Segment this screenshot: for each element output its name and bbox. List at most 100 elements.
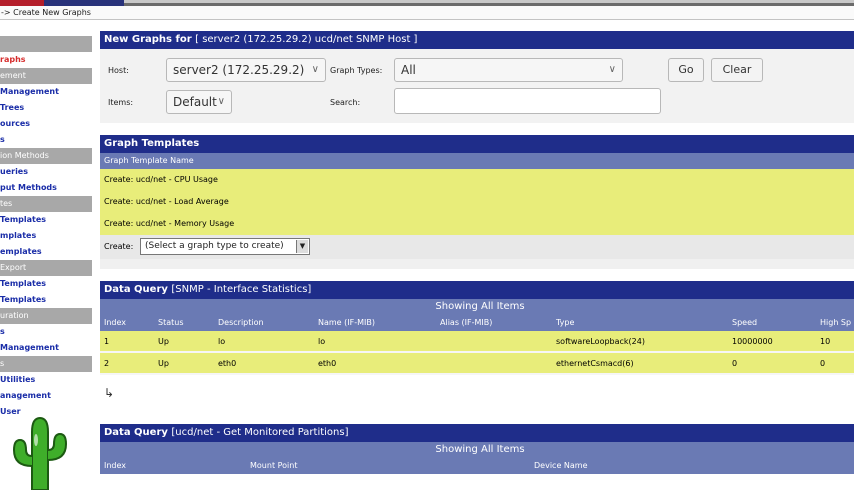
- cactus-logo: [12, 416, 68, 490]
- table-row[interactable]: 1 Up lo lo softwareLoopback(24) 10000000 10: [100, 331, 854, 353]
- top-strip-light: [124, 0, 854, 3]
- sidebar-item-label: anagement: [0, 391, 51, 400]
- sidebar-item-19[interactable]: Management: [0, 340, 92, 356]
- sidebar-item-label: tes: [0, 199, 13, 208]
- new-graphs-panel: New Graphs for [ server2 (172.25.29.2) u…: [100, 31, 854, 123]
- dq-interfaces-column[interactable]: Index: [104, 315, 126, 331]
- table-cell: 0: [820, 359, 826, 368]
- sidebar-item-3[interactable]: Management: [0, 84, 92, 100]
- breadcrumb[interactable]: -> Create New Graphs: [1, 8, 91, 17]
- dq-partitions-column-header: Index Mount Point Device Name: [100, 458, 854, 474]
- host-select[interactable]: server2 (172.25.29.2) ∨: [166, 58, 326, 82]
- sidebar-item-label: Management: [0, 87, 59, 96]
- graph-template-row[interactable]: Create: ucd/net - Load Average: [100, 191, 854, 213]
- sidebar-item-22[interactable]: anagement: [0, 388, 92, 404]
- dq-interfaces-title: Data Query [SNMP - Interface Statistics]: [100, 281, 854, 299]
- dq-interfaces-column[interactable]: Status: [158, 315, 184, 331]
- sidebar-item-label: ueries: [0, 167, 28, 176]
- dq-partitions-column[interactable]: Device Name: [534, 458, 588, 474]
- sidebar-item-label: emplates: [0, 247, 42, 256]
- clear-button[interactable]: Clear: [711, 58, 763, 82]
- graph-template-row[interactable]: Create: ucd/net - Memory Usage: [100, 213, 854, 235]
- graph-templates-title: Graph Templates: [100, 135, 854, 153]
- sidebar-item-label: Utilities: [0, 375, 36, 384]
- graph-template-row[interactable]: Create: ucd/net - CPU Usage: [100, 169, 854, 191]
- sidebar-item-label: Templates: [0, 295, 47, 304]
- sidebar-item-12[interactable]: mplates: [0, 228, 92, 244]
- dq-partitions-title: Data Query [ucd/net - Get Monitored Part…: [100, 424, 854, 442]
- sidebar-item-21[interactable]: Utilities: [0, 372, 92, 388]
- table-cell: 2: [104, 359, 110, 368]
- dq-interfaces-showing: Showing All Items: [100, 299, 854, 315]
- breadcrumb-bar: -> Create New Graphs: [0, 6, 854, 20]
- sidebar-item-1[interactable]: raphs: [0, 52, 92, 68]
- dq-interfaces-column[interactable]: Speed: [732, 315, 757, 331]
- table-cell: ethernetCsmacd(6): [556, 359, 634, 368]
- chevron-down-icon: ∨: [608, 64, 616, 75]
- graph-types-select[interactable]: All ∨: [394, 58, 623, 82]
- create-graph-select-value: (Select a graph type to create): [145, 241, 284, 251]
- items-select[interactable]: Default ∨: [166, 90, 232, 114]
- dq-interfaces-column[interactable]: Name (IF-MIB): [318, 315, 375, 331]
- sidebar-item-18[interactable]: s: [0, 324, 92, 340]
- items-label: Items:: [108, 98, 134, 107]
- sidebar-item-5[interactable]: ources: [0, 116, 92, 132]
- dq-interfaces-column-header: Index Status Description Name (IF-MIB) Alias…: [100, 315, 854, 331]
- sidebar-item-9[interactable]: put Methods: [0, 180, 92, 196]
- create-label: Create:: [104, 242, 134, 251]
- dq-interfaces-column[interactable]: Type: [556, 315, 574, 331]
- sidebar-item-label: s: [0, 327, 5, 336]
- sidebar-item-0: [0, 36, 92, 52]
- table-cell: Up: [158, 359, 169, 368]
- dq-interfaces-column[interactable]: High Sp: [820, 315, 851, 331]
- sidebar-item-label: put Methods: [0, 183, 57, 192]
- table-cell: eth0: [318, 359, 337, 368]
- go-button[interactable]: Go: [668, 58, 704, 82]
- table-cell: lo: [218, 337, 226, 346]
- return-arrow-icon[interactable]: ↳: [104, 386, 114, 400]
- sidebar-item-16[interactable]: Templates: [0, 292, 92, 308]
- dq-interfaces-column[interactable]: Alias (IF-MIB): [440, 315, 492, 331]
- host-select-value: server2 (172.25.29.2): [173, 63, 305, 77]
- sidebar-item-label: Management: [0, 343, 59, 352]
- sidebar-item-label: Export: [0, 263, 27, 272]
- table-cell: 10000000: [732, 337, 773, 346]
- sidebar-item-6[interactable]: s: [0, 132, 92, 148]
- sidebar-item-label: s: [0, 135, 5, 144]
- sidebar-item-8[interactable]: ueries: [0, 164, 92, 180]
- table-cell: lo: [318, 337, 326, 346]
- graph-types-label: Graph Types:: [330, 66, 383, 75]
- sidebar-item-label: Trees: [0, 103, 25, 112]
- sidebar-item-label: Templates: [0, 279, 47, 288]
- dq-partitions-panel: Data Query [ucd/net - Get Monitored Part…: [100, 424, 854, 490]
- search-label: Search:: [330, 98, 361, 107]
- table-cell: Up: [158, 337, 169, 346]
- table-row[interactable]: 2 Up eth0 eth0 ethernetCsmacd(6) 0 0: [100, 353, 854, 375]
- dq-interfaces-panel: Data Query [SNMP - Interface Statistics]…: [100, 281, 854, 401]
- new-graphs-title: New Graphs for [ server2 (172.25.29.2) u…: [100, 31, 854, 49]
- dq-partitions-column[interactable]: Mount Point: [250, 458, 297, 474]
- sidebar-item-label: ources: [0, 119, 31, 128]
- sidebar-item-13[interactable]: emplates: [0, 244, 92, 260]
- sidebar-item-label: Templates: [0, 215, 47, 224]
- create-graph-select[interactable]: (Select a graph type to create) ▼: [140, 238, 310, 255]
- sidebar-item-20: s: [0, 356, 92, 372]
- sidebar-item-7: ion Methods: [0, 148, 92, 164]
- chevron-down-icon: ∨: [217, 96, 225, 107]
- sidebar-item-11[interactable]: Templates: [0, 212, 92, 228]
- search-input[interactable]: [394, 88, 661, 114]
- table-cell: softwareLoopback(24): [556, 337, 645, 346]
- sidebar-item-17: uration: [0, 308, 92, 324]
- dq-interfaces-column[interactable]: Description: [218, 315, 264, 331]
- chevron-down-icon: ∨: [311, 64, 319, 75]
- dq-partitions-column[interactable]: Index: [104, 458, 126, 474]
- dq-partitions-showing: Showing All Items: [100, 442, 854, 458]
- sidebar-item-4[interactable]: Trees: [0, 100, 92, 116]
- sidebar-item-15[interactable]: Templates: [0, 276, 92, 292]
- table-cell: 0: [732, 359, 738, 368]
- sidebar: raphs ement Management Trees ources s ion Meth…: [0, 36, 92, 420]
- table-cell: eth0: [218, 359, 237, 368]
- sidebar-item-label: s: [0, 359, 5, 368]
- chevron-down-icon: ▼: [296, 240, 308, 253]
- sidebar-item-label: raphs: [0, 55, 26, 64]
